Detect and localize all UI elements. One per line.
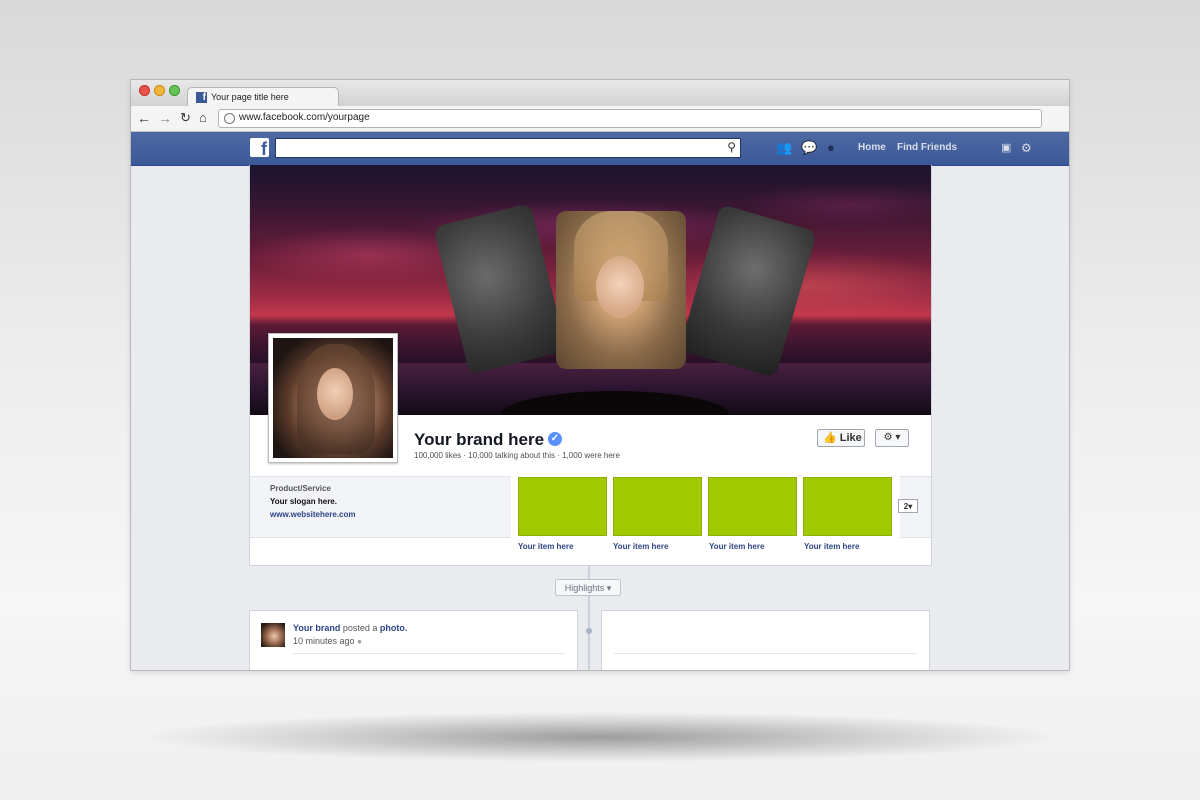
browser-tab[interactable]: f Your page title here xyxy=(187,87,339,108)
like-button[interactable]: 👍 Like xyxy=(817,429,865,447)
profile-picture-image xyxy=(273,338,393,458)
globe-icon: ● xyxy=(357,637,362,646)
search-icon[interactable]: ⚲ xyxy=(727,140,736,154)
notifications-globe-icon[interactable]: ● xyxy=(827,140,835,156)
profile-picture[interactable] xyxy=(268,333,398,463)
app-tile-label-2[interactable]: Your item here xyxy=(613,542,668,551)
post-timestamp[interactable]: 10 minutes ago ● xyxy=(293,636,362,646)
verified-badge-icon: ✓ xyxy=(548,432,562,446)
chevron-down-icon: ▾ xyxy=(895,432,901,443)
app-tile-3[interactable] xyxy=(708,477,797,536)
app-tile-label-1[interactable]: Your item here xyxy=(518,542,573,551)
page-options-button[interactable]: ⚙ ▾ xyxy=(875,429,909,447)
title-bar: f Your page title here xyxy=(131,80,1069,108)
chevron-down-icon: ▾ xyxy=(606,583,612,593)
facebook-logo-icon[interactable]: f xyxy=(250,138,269,159)
highlights-dropdown[interactable]: Highlights ▾ xyxy=(555,579,621,596)
friend-requests-icon[interactable]: 👥 xyxy=(776,140,792,156)
page-stats: 100,000 likes · 10,000 talking about thi… xyxy=(414,451,620,460)
chevron-down-icon: ▾ xyxy=(908,502,913,511)
profile-face xyxy=(317,368,353,420)
url-text[interactable]: www.facebook.com/yourpage xyxy=(239,112,370,123)
search-input[interactable]: ⚲ xyxy=(275,138,741,158)
reload-icon[interactable]: ↻ xyxy=(180,109,191,127)
cover-panel-center-portrait xyxy=(556,211,686,369)
facebook-header: f ⚲ 👥 💬 ● Home Find Friends ▣ ⚙ xyxy=(131,132,1069,166)
portrait-face xyxy=(596,256,644,318)
timeline-post: Your brand posted a photo. 10 minutes ag… xyxy=(249,610,578,670)
timeline-connector-dot xyxy=(586,628,592,634)
post-divider xyxy=(614,653,917,654)
post-header: Your brand posted a photo. xyxy=(293,623,407,633)
about-box: Product/Service Your slogan here. www.we… xyxy=(250,476,511,538)
app-tile-4[interactable] xyxy=(803,477,892,536)
nav-find-friends-link[interactable]: Find Friends xyxy=(897,142,957,153)
app-tile-1[interactable] xyxy=(518,477,607,536)
timeline-post-empty xyxy=(601,610,930,670)
post-author-link[interactable]: Your brand xyxy=(293,623,340,633)
facebook-favicon-icon: f xyxy=(196,92,207,103)
address-bar[interactable]: www.facebook.com/yourpage xyxy=(218,109,1042,128)
more-apps-button[interactable]: 2▾ xyxy=(898,499,918,513)
settings-gear-icon[interactable]: ⚙ xyxy=(1021,140,1032,156)
browser-toolbar: ← → ↻ ⌂ www.facebook.com/yourpage xyxy=(131,106,1069,132)
browser-window: f Your page title here ← → ↻ ⌂ www.faceb… xyxy=(131,80,1069,670)
messages-icon[interactable]: 💬 xyxy=(801,140,817,156)
close-window-button[interactable] xyxy=(139,85,150,96)
app-tile-label-4[interactable]: Your item here xyxy=(804,542,859,551)
page-slogan: Your slogan here. xyxy=(270,497,337,506)
post-object-link[interactable]: photo. xyxy=(380,623,408,633)
floor-shadow xyxy=(150,712,1050,762)
post-divider xyxy=(293,653,565,654)
back-arrow-icon[interactable]: ← xyxy=(137,109,151,127)
post-time-text: 10 minutes ago xyxy=(293,636,355,646)
nav-home-link[interactable]: Home xyxy=(858,142,886,153)
avatar[interactable] xyxy=(261,623,285,647)
globe-icon xyxy=(224,113,235,124)
page-content: Your brand here ✓ 100,000 likes · 10,000… xyxy=(249,165,932,566)
highlights-label: Highlights xyxy=(564,583,605,593)
tab-title: Your page title here xyxy=(211,92,289,102)
privacy-shortcuts-icon[interactable]: ▣ xyxy=(1001,140,1011,156)
app-tile-label-3[interactable]: Your item here xyxy=(709,542,764,551)
page-category: Product/Service xyxy=(270,484,331,493)
thumbs-up-icon: 👍 xyxy=(823,432,837,444)
gear-icon: ⚙ xyxy=(883,432,893,443)
home-icon[interactable]: ⌂ xyxy=(199,109,207,127)
app-tile-2[interactable] xyxy=(613,477,702,536)
minimize-window-button[interactable] xyxy=(154,85,165,96)
like-button-label: Like xyxy=(839,432,862,444)
post-action: posted a xyxy=(342,623,378,633)
website-link[interactable]: www.websitehere.com xyxy=(270,510,356,519)
page-title[interactable]: Your brand here xyxy=(414,430,544,450)
maximize-window-button[interactable] xyxy=(169,85,180,96)
forward-arrow-icon[interactable]: → xyxy=(158,109,172,127)
